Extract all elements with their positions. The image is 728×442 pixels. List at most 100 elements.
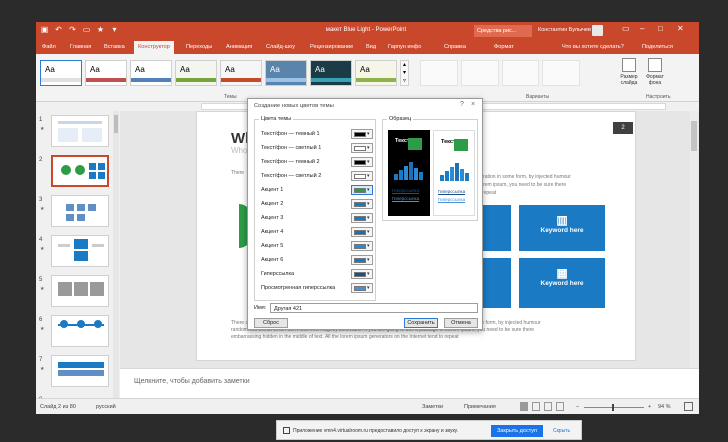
undo-icon[interactable]: ↶ <box>54 25 63 34</box>
color-picker-button[interactable]: ▾ <box>351 241 373 251</box>
star-icon[interactable]: ★ <box>96 25 105 34</box>
text-bottom-3[interactable]: embarrassing hidden in the middle of tex… <box>231 334 631 340</box>
scrollbar-thumb[interactable] <box>691 121 697 151</box>
tab-format[interactable]: Формат <box>494 44 514 50</box>
tab-review[interactable]: Рецензирование <box>310 44 353 50</box>
variant-2[interactable] <box>460 60 499 86</box>
language-indicator[interactable]: русский <box>96 404 116 410</box>
color-picker-button[interactable]: ▾ <box>351 255 373 265</box>
slide-size-button[interactable]: Размер слайда <box>618 58 640 86</box>
notes-toggle[interactable]: Заметки <box>422 404 443 410</box>
format-background-button[interactable]: Формат фона <box>644 58 666 86</box>
sorter-view-icon[interactable] <box>532 402 540 411</box>
thumbnail-selected[interactable] <box>51 155 109 187</box>
text-right-1[interactable]: alteration in some form, by injected hum… <box>475 174 571 180</box>
save-icon[interactable]: ▣ <box>40 25 49 34</box>
zoom-in-icon[interactable]: + <box>648 404 651 410</box>
user-name[interactable]: Константин Булычев <box>538 27 591 33</box>
tab-slideshow[interactable]: Слайд-шоу <box>266 44 295 50</box>
color-picker-button[interactable]: ▾ <box>351 283 373 293</box>
thumbnail[interactable] <box>51 355 109 387</box>
theme-office[interactable]: Aa <box>40 60 82 86</box>
tab-design[interactable]: Конструктор <box>134 41 174 54</box>
color-picker-button[interactable]: ▾ <box>351 171 373 181</box>
comments-toggle[interactable]: Примечания <box>464 404 496 410</box>
theme-7[interactable]: Aa <box>310 60 352 86</box>
ribbon-options-icon[interactable]: ▭ <box>622 24 630 33</box>
slide-scrollbar[interactable] <box>690 111 698 368</box>
thumbnail-row[interactable]: 4 ★ <box>36 235 120 271</box>
tab-animation[interactable]: Анимация <box>226 44 252 50</box>
thumbnail-row[interactable]: 7 ★ <box>36 355 120 391</box>
thumbnail[interactable] <box>51 315 109 347</box>
color-picker-button[interactable]: ▾ <box>351 269 373 279</box>
keyword-tile[interactable]: ▥ Keyword here <box>519 205 605 251</box>
color-picker-button[interactable]: ▾ <box>351 185 373 195</box>
help-icon[interactable]: ? <box>460 101 464 108</box>
theme-8[interactable]: Aa <box>355 60 397 86</box>
tell-me-search[interactable]: Что вы хотите сделать? <box>562 44 624 50</box>
minimize-icon[interactable]: – <box>640 24 644 33</box>
redo-icon[interactable]: ↷ <box>68 25 77 34</box>
tab-file[interactable]: Файл <box>42 44 56 50</box>
scrollbar-thumb[interactable] <box>114 115 118 133</box>
tab-home[interactable]: Главная <box>70 44 91 50</box>
tab-transitions[interactable]: Переходы <box>186 44 212 50</box>
thumbnail-row[interactable]: 5 ★ <box>36 275 120 311</box>
theme-name-input[interactable]: Другая 421 <box>270 303 478 313</box>
text-left-top[interactable]: There <box>231 170 244 176</box>
theme-3[interactable]: Aa <box>130 60 172 86</box>
normal-view-icon[interactable] <box>520 402 528 411</box>
color-picker-button[interactable]: ▾ <box>351 157 373 167</box>
thumbnail[interactable] <box>51 275 109 307</box>
variant-4[interactable] <box>542 60 580 86</box>
share-button[interactable]: Поделиться <box>642 44 673 50</box>
variant-1[interactable] <box>420 60 458 86</box>
color-picker-button[interactable]: ▾ <box>351 129 373 139</box>
color-picker-button[interactable]: ▾ <box>351 143 373 153</box>
thumbnails-scrollbar[interactable] <box>113 111 119 398</box>
reset-button[interactable]: Сброс <box>254 318 288 328</box>
reading-view-icon[interactable] <box>544 402 552 411</box>
hide-button[interactable]: Скрыть <box>553 428 570 434</box>
fit-slide-icon[interactable] <box>684 402 693 411</box>
themes-scroll[interactable]: ▴ ▾ ▿ <box>400 60 409 86</box>
stop-sharing-button[interactable]: Закрыть доступ <box>491 425 543 437</box>
thumbnail[interactable] <box>51 235 109 267</box>
slideshow-icon[interactable]: ▭ <box>82 25 91 34</box>
zoom-slider-thumb[interactable] <box>612 404 614 411</box>
thumbnail-row[interactable]: 6 ★ <box>36 315 120 351</box>
cancel-button[interactable]: Отмена <box>444 318 478 328</box>
tab-addin[interactable]: Гарпун инфо <box>388 44 421 50</box>
slideshow-view-icon[interactable] <box>556 402 564 411</box>
tab-help[interactable]: Справка <box>444 44 466 50</box>
save-button[interactable]: Сохранить <box>404 318 438 328</box>
keyword-tile[interactable]: ▦ Keyword here <box>519 258 605 308</box>
tab-insert[interactable]: Вставка <box>104 44 125 50</box>
thumbnail-row[interactable]: 2 <box>36 155 120 191</box>
zoom-out-icon[interactable]: – <box>576 404 579 410</box>
color-picker-button[interactable]: ▾ <box>351 213 373 223</box>
zoom-level[interactable]: 94 % <box>658 404 671 410</box>
thumbnail[interactable] <box>51 195 109 227</box>
notes-pane[interactable]: Щелкните, чтобы добавить заметки <box>120 368 699 398</box>
maximize-icon[interactable]: □ <box>658 24 663 33</box>
customize-icon[interactable]: ▾ <box>110 25 119 34</box>
theme-4[interactable]: Aa <box>175 60 217 86</box>
color-picker-button[interactable]: ▾ <box>351 227 373 237</box>
thumbnail-row[interactable]: 3 ★ <box>36 195 120 231</box>
close-icon[interactable]: × <box>471 101 475 108</box>
tab-view[interactable]: Вид <box>366 44 376 50</box>
thumbnail-row[interactable]: 1 ★ <box>36 115 120 151</box>
slide-subtitle[interactable]: Who <box>231 146 247 155</box>
theme-6[interactable]: Aa <box>265 60 307 86</box>
theme-5[interactable]: Aa <box>220 60 262 86</box>
avatar[interactable] <box>592 25 603 36</box>
close-icon[interactable]: ✕ <box>677 24 684 33</box>
theme-2[interactable]: Aa <box>85 60 127 86</box>
text-right-2[interactable]: d lorem ipsum, you need to be sure there <box>475 182 566 188</box>
color-picker-button[interactable]: ▾ <box>351 199 373 209</box>
variant-3[interactable] <box>501 60 540 86</box>
contextual-tab-label[interactable]: Средства рис... <box>474 25 532 37</box>
zoom-slider[interactable] <box>584 407 644 408</box>
